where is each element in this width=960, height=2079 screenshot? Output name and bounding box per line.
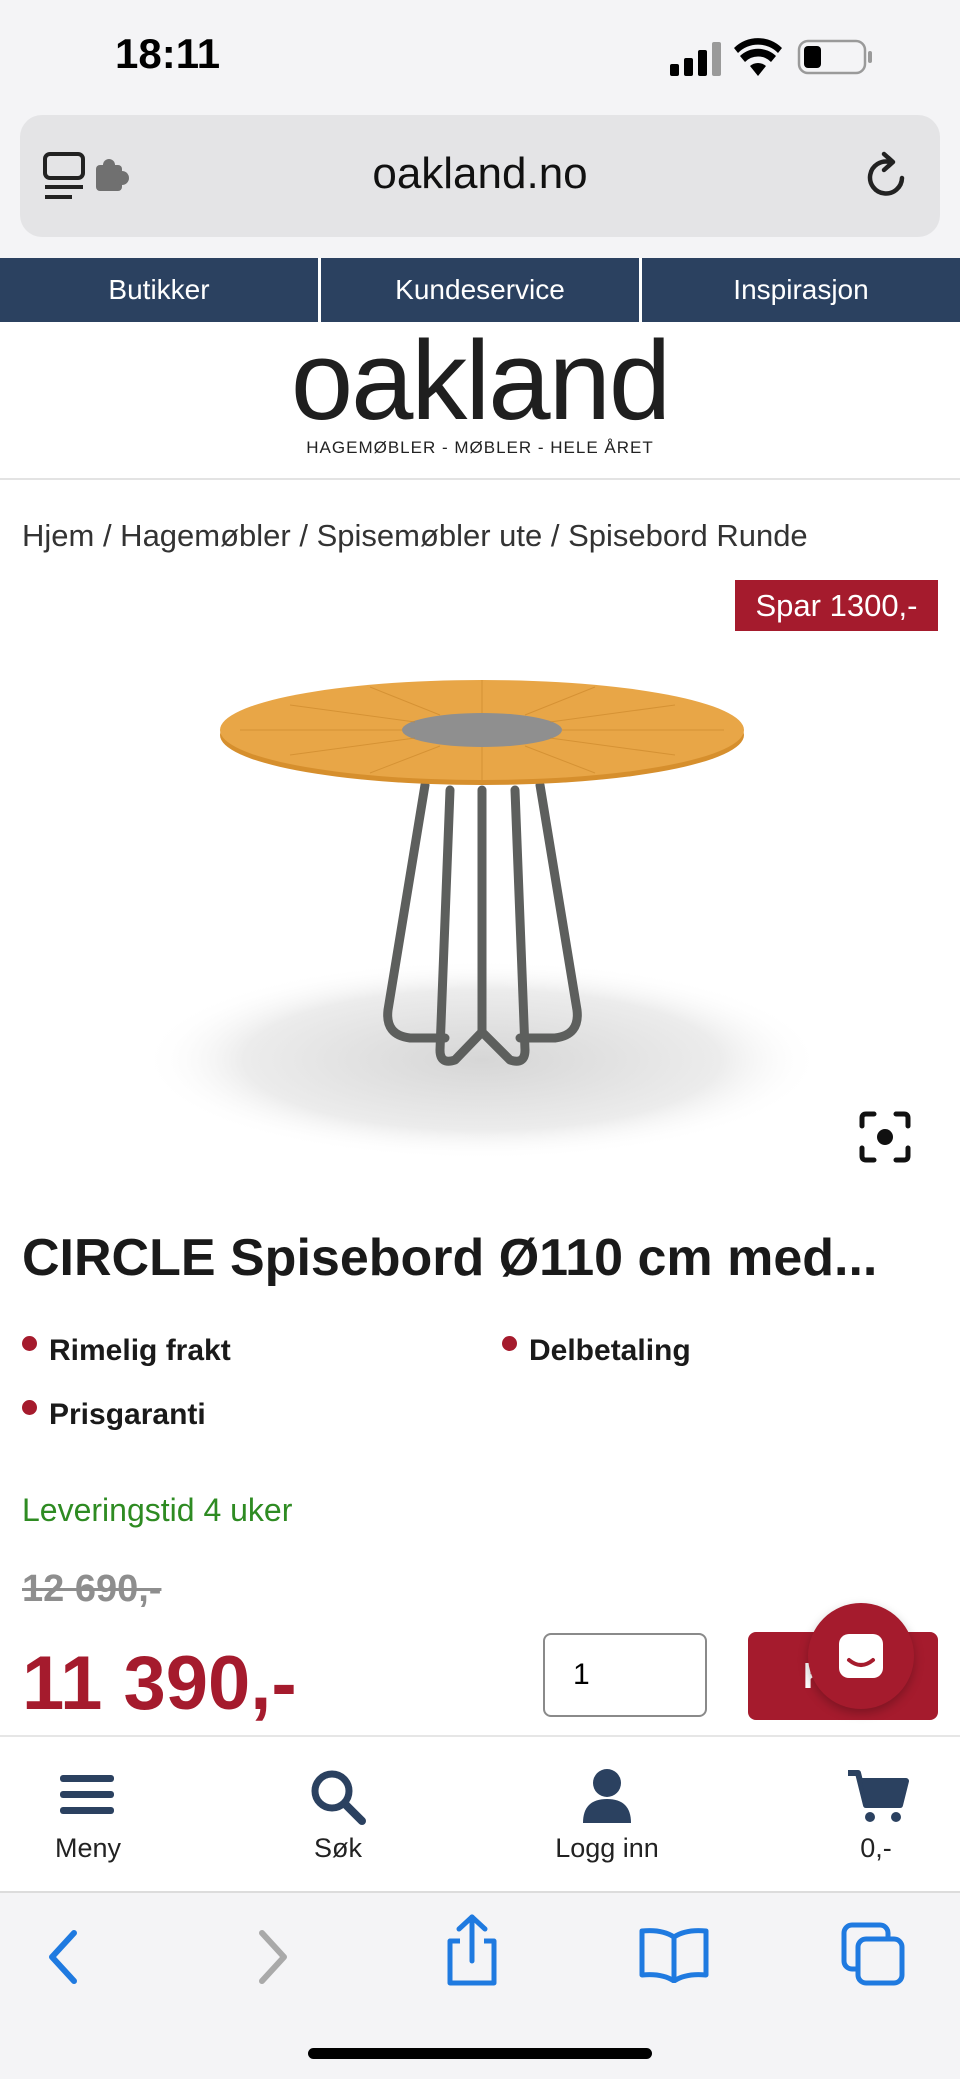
- nav-cart[interactable]: 0,-: [776, 1737, 960, 1893]
- wifi-icon: [734, 38, 782, 76]
- chat-icon: [839, 1634, 883, 1678]
- search-icon: [311, 1770, 366, 1825]
- address-bar[interactable]: oakland.no: [20, 115, 940, 237]
- product-image[interactable]: [140, 660, 840, 1180]
- logo-wordmark: oakland: [290, 318, 671, 443]
- forward-icon[interactable]: [252, 1927, 292, 1987]
- nav-label: 0,-: [860, 1833, 892, 1863]
- share-icon[interactable]: [442, 1913, 502, 1989]
- home-indicator: [308, 2048, 652, 2059]
- top-nav: Butikker Kundeservice Inspirasjon: [0, 258, 960, 322]
- usp-item: Delbetaling: [502, 1334, 691, 1368]
- top-nav-inspirasjon[interactable]: Inspirasjon: [642, 258, 960, 322]
- user-icon: [583, 1769, 631, 1823]
- battery-icon: [797, 39, 872, 75]
- signal-icon: [670, 42, 721, 76]
- usp-label: Rimelig frakt: [49, 1334, 231, 1367]
- top-nav-kundeservice[interactable]: Kundeservice: [321, 258, 642, 322]
- tabs-icon[interactable]: [840, 1921, 906, 1987]
- site-bottom-nav: Meny Søk Logg inn 0,-: [0, 1735, 960, 1893]
- current-price: 11 390,-: [22, 1641, 297, 1726]
- nav-search[interactable]: Søk: [238, 1737, 438, 1893]
- bullet-dot: [502, 1335, 517, 1351]
- sale-badge: Spar 1300,-: [735, 580, 938, 631]
- menu-icon: [60, 1775, 114, 1814]
- status-icons: [670, 38, 872, 76]
- back-icon[interactable]: [44, 1927, 84, 1987]
- product-title: CIRCLE Spisebord Ø110 cm med...: [22, 1229, 878, 1287]
- top-nav-butikker[interactable]: Butikker: [0, 258, 321, 322]
- delivery-time: Leveringstid 4 uker: [22, 1492, 293, 1528]
- breadcrumb[interactable]: Hjem / Hagemøbler / Spisemøbler ute / Sp…: [22, 518, 808, 554]
- nav-menu[interactable]: Meny: [0, 1737, 188, 1893]
- reload-icon[interactable]: [862, 151, 912, 203]
- quantity-input[interactable]: [543, 1633, 707, 1717]
- site-logo[interactable]: oakland HAGEMØBLER - MØBLER - HELE ÅRET: [0, 322, 960, 480]
- old-price: 12 690,-: [22, 1568, 162, 1610]
- fullscreen-icon[interactable]: [858, 1110, 912, 1164]
- usp-item: Rimelig frakt: [22, 1334, 231, 1368]
- bookmarks-icon[interactable]: [638, 1927, 710, 1983]
- nav-label: Meny: [54, 1833, 122, 1863]
- cart-icon: [848, 1770, 909, 1822]
- logo-tagline: HAGEMØBLER - MØBLER - HELE ÅRET: [306, 438, 654, 457]
- bullet-dot: [22, 1399, 37, 1415]
- chat-button[interactable]: [808, 1603, 914, 1709]
- status-time: 18:11: [115, 30, 221, 77]
- url-text[interactable]: oakland.no: [20, 149, 940, 199]
- usp-label: Prisgaranti: [49, 1398, 206, 1431]
- nav-login[interactable]: Logg inn: [507, 1737, 707, 1893]
- usp-item: Prisgaranti: [22, 1398, 206, 1432]
- bullet-dot: [22, 1335, 37, 1351]
- nav-label: Logg inn: [555, 1833, 659, 1863]
- nav-label: Søk: [313, 1833, 362, 1863]
- usp-label: Delbetaling: [529, 1334, 691, 1367]
